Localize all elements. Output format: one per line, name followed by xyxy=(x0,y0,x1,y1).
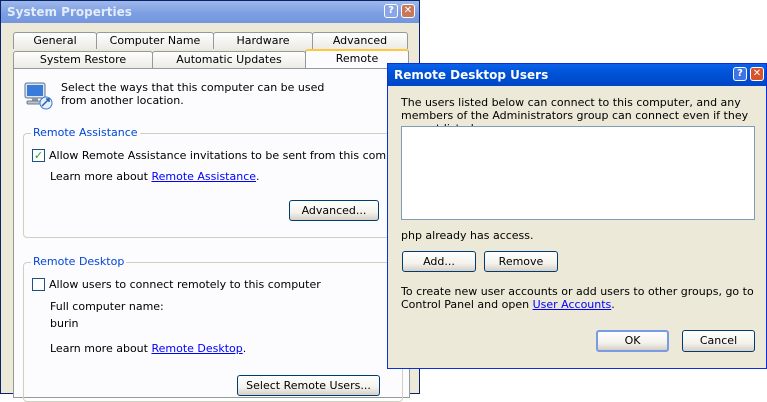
tab-computer-name[interactable]: Computer Name xyxy=(96,32,214,49)
add-button[interactable]: Add... xyxy=(402,251,476,272)
system-properties-window: System Properties ? ✕ General Computer N… xyxy=(0,0,420,402)
tab-label: Automatic Updates xyxy=(176,53,282,66)
full-computer-name-label: Full computer name: xyxy=(50,300,164,313)
access-note: php already has access. xyxy=(401,229,534,242)
intro-text: Select the ways that this computer can b… xyxy=(61,81,325,107)
remote-assistance-checkbox[interactable]: ✓ xyxy=(32,149,45,162)
remote-assistance-learn-more: Learn more about Remote Assistance. xyxy=(50,170,260,183)
remote-desktop-learn-more: Learn more about Remote Desktop. xyxy=(50,342,246,355)
learn-more-prefix: Learn more about xyxy=(50,170,148,183)
computer-icon xyxy=(24,82,53,110)
tab-label: Hardware xyxy=(236,34,290,47)
remote-desktop-legend: Remote Desktop xyxy=(31,255,127,268)
tab-system-restore[interactable]: System Restore xyxy=(13,51,153,68)
users-listbox[interactable] xyxy=(401,126,755,220)
learn-more-suffix: . xyxy=(242,342,247,355)
system-properties-titlebar[interactable]: System Properties ? ✕ xyxy=(1,1,419,23)
tab-label: Remote xyxy=(335,52,379,65)
remote-desktop-users-dialog: Remote Desktop Users ? ✕ The users liste… xyxy=(387,63,767,369)
close-icon[interactable]: ✕ xyxy=(401,4,415,18)
advanced-button[interactable]: Advanced... xyxy=(289,200,379,221)
tab-label: General xyxy=(33,34,77,47)
tab-label: System Restore xyxy=(39,53,127,66)
cancel-button[interactable]: Cancel xyxy=(682,330,755,352)
remove-button[interactable]: Remove xyxy=(484,251,558,272)
tab-hardware[interactable]: Hardware xyxy=(213,32,313,49)
tab-label: Computer Name xyxy=(109,34,201,47)
remote-desktop-checkbox-label[interactable]: Allow users to connect remotely to this … xyxy=(49,278,321,291)
ok-button[interactable]: OK xyxy=(596,330,669,352)
learn-more-prefix: Learn more about xyxy=(50,342,148,355)
tab-automatic-updates[interactable]: Automatic Updates xyxy=(152,51,306,68)
select-remote-users-button[interactable]: Select Remote Users... xyxy=(237,375,380,396)
footer-suffix: . xyxy=(611,298,615,311)
remote-desktop-users-titlebar[interactable]: Remote Desktop Users ? ✕ xyxy=(388,64,766,86)
help-icon[interactable]: ? xyxy=(384,4,398,18)
close-icon[interactable]: ✕ xyxy=(750,67,764,81)
remote-desktop-checkbox[interactable] xyxy=(32,278,45,291)
help-icon[interactable]: ? xyxy=(733,67,747,81)
dialog-title: Remote Desktop Users xyxy=(394,68,549,82)
remote-tab-panel: Select the ways that this computer can b… xyxy=(13,68,416,402)
tab-advanced[interactable]: Advanced xyxy=(312,32,408,49)
learn-more-suffix: . xyxy=(256,170,260,183)
tab-label: Advanced xyxy=(332,34,388,47)
tab-general[interactable]: General xyxy=(13,32,97,49)
remote-assistance-legend: Remote Assistance xyxy=(31,126,140,139)
user-accounts-link[interactable]: User Accounts xyxy=(533,298,612,311)
remote-assistance-link[interactable]: Remote Assistance xyxy=(151,170,256,183)
remote-desktop-link[interactable]: Remote Desktop xyxy=(151,342,242,355)
window-title: System Properties xyxy=(7,5,132,19)
footer-text: To create new user accounts or add users… xyxy=(401,285,759,311)
remote-assistance-checkbox-label[interactable]: Allow Remote Assistance invitations to b… xyxy=(49,149,416,162)
computer-name-value: burin xyxy=(50,317,79,330)
